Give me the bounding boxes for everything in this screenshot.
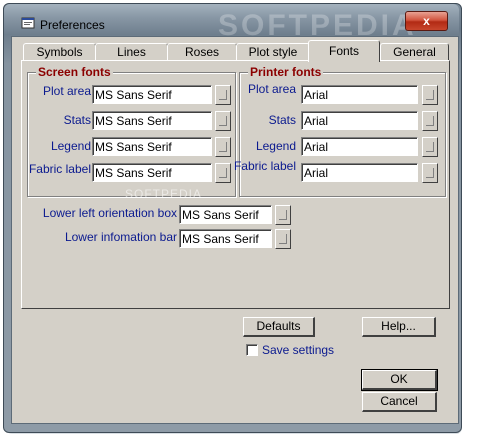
lower-information-bar-font-button[interactable] [275,229,291,249]
lower-left-orientation-box-field[interactable]: MS Sans Serif [179,205,272,224]
tab-plot-style[interactable]: Plot style [236,43,310,61]
screen-fonts-title: Screen fonts [36,65,113,79]
tab-general[interactable]: General [380,43,449,61]
printer-legend-font-button[interactable] [422,137,438,157]
tab-roses[interactable]: Roses [167,43,237,61]
screen-stats-font-button[interactable] [215,111,231,131]
printer-stats-font-button[interactable] [422,111,438,131]
tab-label: Lines [117,45,146,59]
window-title: Preferences [40,18,105,32]
tab-fonts[interactable]: Fonts [308,40,380,62]
softpedia-watermark: SOFTPEDIA [125,187,203,201]
printer-stats-label: Stats [268,113,296,127]
lower-information-bar-field[interactable]: MS Sans Serif [179,229,272,248]
printer-fabric-label-field[interactable]: Arial [301,163,418,182]
screen-legend-field[interactable]: MS Sans Serif [92,137,212,156]
lower-left-orientation-box-label: Lower left orientation box [42,206,177,220]
tab-label: Plot style [248,45,298,59]
screen-fabric-label-field[interactable]: MS Sans Serif [92,163,212,182]
defaults-button[interactable]: Defaults [243,317,315,337]
printer-legend-field[interactable]: Arial [301,137,418,156]
lower-information-bar-label: Lower infomation bar [64,230,177,244]
save-settings-label: Save settings [262,343,335,357]
screen-legend-label: Legend [50,139,91,153]
printer-plot-area-label: Plot area [247,82,296,96]
save-settings-checkbox[interactable] [246,344,258,356]
cancel-button[interactable]: Cancel [362,392,437,412]
screen-legend-font-button[interactable] [215,137,231,157]
app-icon [21,17,35,29]
screen-stats-field[interactable]: MS Sans Serif [92,111,212,130]
printer-plot-area-font-button[interactable] [422,85,438,105]
tab-lines[interactable]: Lines [95,43,168,61]
screen-plot-area-field[interactable]: MS Sans Serif [92,85,212,104]
printer-fonts-title: Printer fonts [248,65,324,79]
printer-fabric-label-label: Fabric label [233,159,296,173]
tab-label: Roses [184,45,219,59]
close-button[interactable]: x [405,11,448,31]
screen-plot-area-label: Plot area [42,84,91,98]
tab-label: Symbols [36,45,83,59]
screen-stats-label: Stats [63,113,91,127]
close-icon: x [423,14,430,28]
help-button[interactable]: Help... [362,317,436,337]
tab-label: Fonts [328,44,359,58]
screen-fabric-label-label: Fabric label [28,162,91,176]
ok-button[interactable]: OK [361,369,438,391]
screen-plot-area-font-button[interactable] [215,85,231,105]
printer-fabric-label-font-button[interactable] [422,163,438,183]
printer-plot-area-field[interactable]: Arial [301,85,418,104]
screen-fabric-label-font-button[interactable] [215,163,231,183]
printer-legend-label: Legend [255,139,296,153]
printer-stats-field[interactable]: Arial [301,111,418,130]
tab-label: General [393,45,436,59]
tab-symbols[interactable]: Symbols [23,43,96,61]
lower-left-orientation-box-font-button[interactable] [275,205,291,225]
